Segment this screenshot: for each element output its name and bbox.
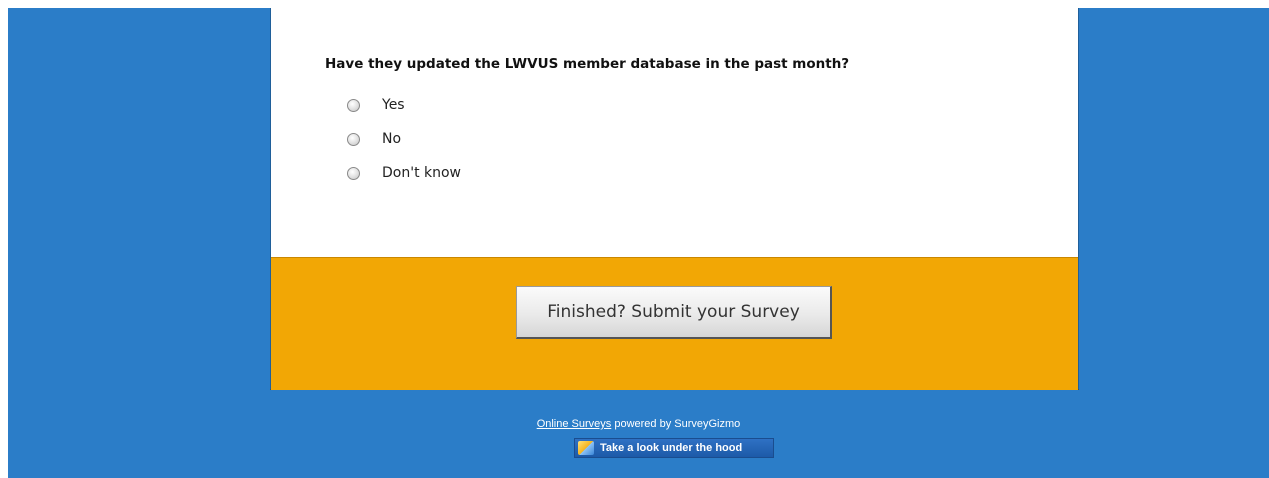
powered-by-line: Online Surveys powered by SurveyGizmo (8, 418, 1269, 430)
radio-dont-know[interactable] (347, 166, 360, 180)
question-title: Have they updated the LWVUS member datab… (325, 56, 850, 72)
option-dont-know[interactable]: Don't know (347, 165, 461, 181)
survey-card: Have they updated the LWVUS member datab… (270, 8, 1079, 390)
option-yes[interactable]: Yes (347, 97, 405, 113)
radio-no[interactable] (347, 132, 360, 146)
submit-band: Finished? Submit your Survey (271, 257, 1078, 390)
under-the-hood-badge[interactable]: Take a look under the hood (574, 438, 774, 458)
option-label: No (382, 131, 402, 147)
option-label: Yes (382, 97, 405, 113)
powered-by-text: powered by SurveyGizmo (614, 418, 741, 430)
option-label: Don't know (382, 165, 462, 181)
surveygizmo-logo-icon (578, 441, 594, 455)
online-surveys-link[interactable]: Online Surveys (537, 418, 612, 430)
radio-yes[interactable] (347, 98, 360, 112)
submit-button[interactable]: Finished? Submit your Survey (516, 286, 832, 339)
page-background: Have they updated the LWVUS member datab… (8, 8, 1269, 478)
option-no[interactable]: No (347, 131, 401, 147)
badge-label: Take a look under the hood (600, 442, 743, 454)
